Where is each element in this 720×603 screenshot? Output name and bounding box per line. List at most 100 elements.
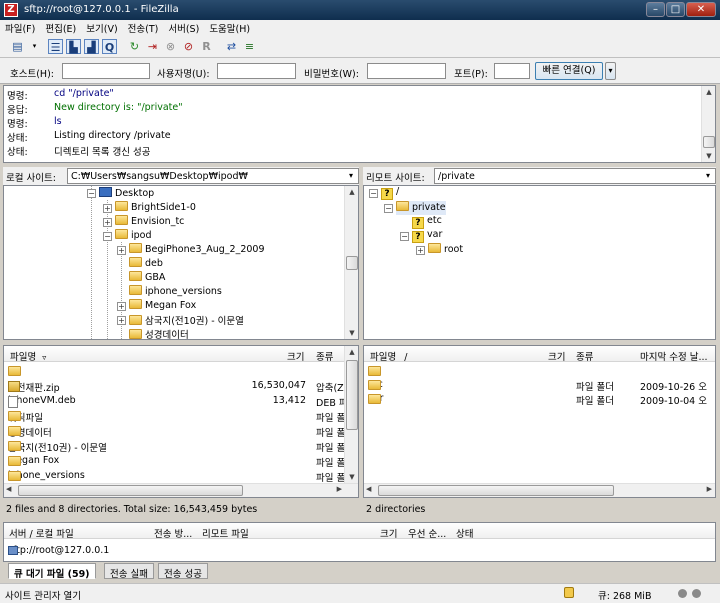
tree-item-deb[interactable]: deb: [129, 257, 163, 271]
local-tree-scrollbar[interactable]: ▲ ▼: [344, 186, 358, 339]
column-direction[interactable]: 전송 방...: [154, 526, 192, 540]
scroll-thumb[interactable]: [378, 485, 614, 496]
collapse-icon[interactable]: −: [103, 232, 112, 241]
table-row[interactable]: 성경데이터 파일 폴: [4, 424, 346, 439]
site-manager-icon[interactable]: ▤: [10, 39, 25, 54]
collapse-icon[interactable]: −: [369, 189, 378, 198]
scroll-left-icon[interactable]: ◀: [6, 485, 11, 493]
tab-failed-transfers[interactable]: 전송 실패: [104, 563, 154, 580]
close-button[interactable]: ✕: [686, 2, 716, 17]
remote-list-hscrollbar[interactable]: ◀ ▶: [364, 483, 715, 497]
disconnect-icon[interactable]: ⊘: [181, 39, 196, 54]
table-row[interactable]: Megan Fox 파일 폴: [4, 454, 346, 469]
toggle-local-tree-icon[interactable]: ▙: [66, 39, 81, 54]
menu-edit[interactable]: 편집(E): [40, 20, 81, 35]
menu-transfer[interactable]: 전송(T): [123, 20, 164, 35]
toggle-queue-icon[interactable]: Q: [102, 39, 117, 54]
column-server-local[interactable]: 서버 / 로컬 파일: [9, 526, 74, 540]
queue-row[interactable]: sftp://root@127.0.0.1: [4, 544, 704, 559]
table-row[interactable]: iphone_versions 파일 폴: [4, 469, 346, 484]
maximize-button[interactable]: □: [666, 2, 685, 17]
tree-item-bible-data[interactable]: 성경데이터: [129, 327, 189, 339]
column-type[interactable]: 종류: [316, 349, 333, 363]
quickconnect-dropdown-icon[interactable]: ▾: [605, 62, 616, 80]
menu-view[interactable]: 보기(V): [81, 20, 122, 35]
port-input[interactable]: [494, 63, 530, 79]
column-size[interactable]: 크기: [287, 349, 304, 363]
table-row[interactable]: ..: [364, 364, 715, 379]
table-row[interactable]: 삼국지(전10권) - 이문열 파일 폴: [4, 439, 346, 454]
menu-file[interactable]: 파일(F): [0, 20, 40, 35]
remote-path-dropdown-icon[interactable]: ▾: [702, 170, 714, 182]
collapse-icon[interactable]: −: [384, 204, 393, 213]
scroll-thumb[interactable]: [703, 136, 715, 148]
username-input[interactable]: [217, 63, 296, 79]
remote-path-input[interactable]: /private ▾: [434, 168, 716, 184]
scroll-left-icon[interactable]: ◀: [366, 485, 371, 493]
scroll-up-icon[interactable]: ▲: [345, 186, 358, 198]
tree-item-envision[interactable]: Envision_tc: [115, 215, 184, 229]
table-row[interactable]: ..: [4, 364, 346, 379]
local-path-dropdown-icon[interactable]: ▾: [345, 170, 357, 182]
tree-item-root-dir[interactable]: ? /: [381, 186, 399, 200]
column-priority[interactable]: 우선 순...: [408, 526, 446, 540]
column-size[interactable]: 크기: [380, 526, 397, 540]
expand-icon[interactable]: +: [416, 246, 425, 255]
tree-item-brightside[interactable]: BrightSide1-0: [115, 201, 196, 215]
password-input[interactable]: [367, 63, 446, 79]
column-modified[interactable]: 마지막 수정 날...: [640, 349, 708, 363]
site-manager-dropdown-icon[interactable]: ▾: [27, 39, 42, 54]
scroll-thumb[interactable]: [346, 360, 358, 430]
filter-icon[interactable]: ⇄: [224, 39, 239, 54]
scroll-down-icon[interactable]: ▼: [345, 327, 358, 339]
tree-item-desktop[interactable]: Desktop: [99, 187, 154, 201]
refresh-icon[interactable]: ↻: [127, 39, 142, 54]
menu-server[interactable]: 서버(S): [163, 20, 204, 35]
local-list-hscrollbar[interactable]: ◀ ▶: [4, 483, 358, 497]
host-input[interactable]: [62, 63, 150, 79]
local-path-input[interactable]: C:₩Users₩sangsu₩Desktop₩ipod₩ ▾: [67, 168, 359, 184]
toggle-log-icon[interactable]: ☰: [48, 39, 63, 54]
tree-item-private[interactable]: private: [396, 201, 446, 215]
scroll-up-icon[interactable]: ▲: [345, 346, 358, 358]
table-row[interactable]: iPhoneVM.deb 13,412 DEB 파: [4, 394, 348, 409]
scroll-right-icon[interactable]: ▶: [707, 485, 712, 493]
process-queue-icon[interactable]: ⇥: [145, 39, 160, 54]
expand-icon[interactable]: +: [103, 204, 112, 213]
tree-item-var-root[interactable]: root: [428, 243, 463, 257]
scroll-up-icon[interactable]: ▲: [702, 86, 715, 98]
tree-item-var[interactable]: ? var: [412, 229, 442, 243]
tree-item-megan-fox[interactable]: Megan Fox: [129, 299, 196, 313]
column-type[interactable]: 종류: [576, 349, 593, 363]
tree-item-ipod[interactable]: ipod: [115, 229, 152, 243]
expand-icon[interactable]: +: [117, 246, 126, 255]
scroll-down-icon[interactable]: ▼: [702, 150, 715, 162]
tree-item-iphone-versions[interactable]: iphone_versions: [129, 285, 222, 299]
tree-item-samgukji[interactable]: 삼국지(전10권) - 이문열: [129, 313, 244, 327]
column-size[interactable]: 크기: [548, 349, 565, 363]
tab-queued-files[interactable]: 큐 대기 파일 (59): [8, 563, 96, 580]
quickconnect-button[interactable]: 빠른 연결(Q): [535, 62, 603, 80]
table-row[interactable]: var파일 폴더2009-10-04 오: [364, 392, 715, 407]
table-row[interactable]: 워딕파일 파일 폴: [4, 409, 346, 424]
reconnect-icon[interactable]: R: [199, 39, 214, 54]
collapse-icon[interactable]: −: [400, 232, 409, 241]
column-name[interactable]: 파일명 /: [370, 349, 407, 363]
expand-icon[interactable]: +: [103, 218, 112, 227]
expand-icon[interactable]: +: [117, 302, 126, 311]
log-scrollbar[interactable]: ▲ ▼: [701, 86, 715, 162]
scroll-thumb[interactable]: [18, 485, 243, 496]
scroll-right-icon[interactable]: ▶: [337, 485, 342, 493]
expand-icon[interactable]: +: [117, 316, 126, 325]
compare-icon[interactable]: ≡: [242, 39, 257, 54]
column-remote-file[interactable]: 리모트 파일: [202, 526, 249, 540]
cancel-icon[interactable]: ⊗: [163, 39, 178, 54]
tree-item-gba[interactable]: GBA: [129, 271, 165, 285]
tree-item-etc[interactable]: ? etc: [412, 215, 442, 229]
toggle-remote-tree-icon[interactable]: ▟: [84, 39, 99, 54]
table-row[interactable]: etc파일 폴더2009-10-26 오: [364, 378, 715, 393]
local-list-vscrollbar[interactable]: ▲ ▼: [344, 346, 358, 483]
collapse-icon[interactable]: −: [87, 189, 96, 198]
column-state[interactable]: 상태: [456, 526, 473, 540]
scroll-thumb[interactable]: [346, 256, 358, 270]
